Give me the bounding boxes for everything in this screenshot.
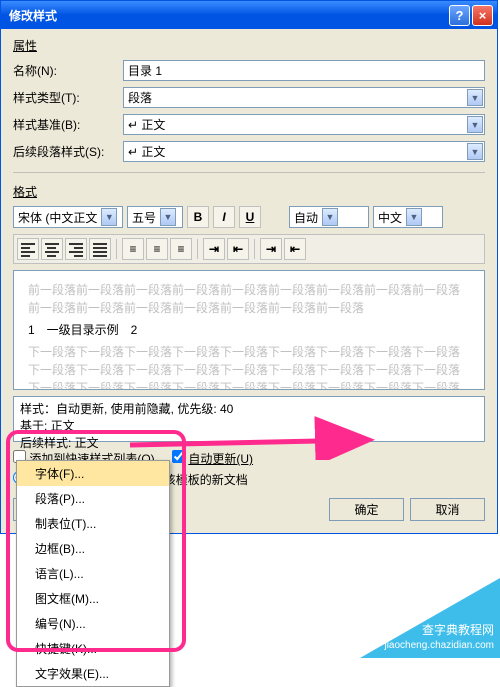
preview-grey-before: 前一段落前一段落前一段落前一段落前一段落前一段落前一段落前一段落前一段落前一段落…: [28, 281, 470, 317]
info-line3: 后续样式: 正文: [20, 435, 478, 452]
indent-inc-button[interactable]: ⇥: [260, 238, 282, 260]
color-combo[interactable]: 自动▼: [289, 206, 369, 228]
info-line1: 样式：自动更新, 使用前隐藏, 优先级: 40: [20, 401, 478, 418]
italic-button[interactable]: I: [213, 206, 235, 228]
menu-tabs[interactable]: 制表位(T)...: [17, 511, 169, 536]
watermark: 查字典教程网 jiaocheng.chazidian.com: [300, 568, 500, 658]
name-input[interactable]: [123, 60, 485, 81]
chevron-down-icon: ▼: [101, 208, 117, 226]
size-combo[interactable]: 五号▼: [127, 206, 183, 228]
chevron-down-icon: ▼: [467, 89, 483, 106]
menu-font[interactable]: 字体(F)...: [17, 461, 169, 486]
indent-dec-button[interactable]: ⇤: [284, 238, 306, 260]
help-button[interactable]: ?: [449, 5, 470, 26]
spacing3-button[interactable]: ≡: [170, 238, 192, 260]
dialog-body: 属性 名称(N): 样式类型(T): 段落▼ 样式基准(B): ↵ 正文▼ 后续…: [1, 29, 497, 533]
dialog-title: 修改样式: [5, 7, 447, 24]
underline-button[interactable]: U: [239, 206, 261, 228]
menu-paragraph[interactable]: 段落(P)...: [17, 486, 169, 511]
modify-style-dialog: 修改样式 ? × 属性 名称(N): 样式类型(T): 段落▼ 样式基准(B):…: [0, 0, 498, 534]
lang-combo[interactable]: 中文▼: [373, 206, 443, 228]
menu-frame[interactable]: 图文框(M)...: [17, 586, 169, 611]
font-combo[interactable]: 宋体 (中文正文▼: [13, 206, 123, 228]
info-line2: 基于: 正文: [20, 418, 478, 435]
cancel-button[interactable]: 取消: [410, 498, 485, 521]
preview-box: 前一段落前一段落前一段落前一段落前一段落前一段落前一段落前一段落前一段落前一段落…: [13, 270, 485, 390]
base-label: 样式基准(B):: [13, 116, 123, 133]
bold-button[interactable]: B: [187, 206, 209, 228]
spacing2-button[interactable]: ≡: [146, 238, 168, 260]
chevron-down-icon: ▼: [322, 208, 338, 226]
ok-button[interactable]: 确定: [329, 498, 404, 521]
style-info-box: 样式：自动更新, 使用前隐藏, 优先级: 40 基于: 正文 后续样式: 正文: [13, 396, 485, 442]
preview-active: 1 一级目录示例 2: [28, 321, 470, 339]
auto-update-checkbox[interactable]: 自动更新(U): [172, 452, 253, 466]
menu-border[interactable]: 边框(B)...: [17, 536, 169, 561]
preview-grey-after: 下一段落下一段落下一段落下一段落下一段落下一段落下一段落下一段落下一段落下一段落…: [28, 343, 470, 390]
titlebar[interactable]: 修改样式 ? ×: [1, 1, 497, 29]
chevron-down-icon: ▼: [160, 208, 176, 226]
chevron-down-icon: ▼: [406, 208, 422, 226]
next-combo[interactable]: ↵ 正文▼: [123, 141, 485, 162]
chevron-down-icon: ▼: [467, 116, 483, 133]
base-combo[interactable]: ↵ 正文▼: [123, 114, 485, 135]
align-right-button[interactable]: [65, 238, 87, 260]
menu-numbering[interactable]: 编号(N)...: [17, 611, 169, 636]
chevron-down-icon: ▼: [467, 143, 483, 160]
menu-language[interactable]: 语言(L)...: [17, 561, 169, 586]
spacing1-button[interactable]: ≡: [122, 238, 144, 260]
para-after-button[interactable]: ⇤: [227, 238, 249, 260]
menu-texteffect[interactable]: 文字效果(E)...: [17, 661, 169, 686]
name-label: 名称(N):: [13, 62, 123, 79]
align-center-button[interactable]: [41, 238, 63, 260]
paragraph-toolbar: ≡ ≡ ≡ ⇥ ⇤ ⇥ ⇤: [13, 234, 485, 264]
type-label: 样式类型(T):: [13, 89, 123, 106]
properties-heading: 属性: [13, 37, 485, 54]
watermark-line1: 查字典教程网: [384, 623, 494, 639]
next-label: 后续段落样式(S):: [13, 143, 123, 160]
format-dropdown-menu: 字体(F)... 段落(P)... 制表位(T)... 边框(B)... 语言(…: [16, 460, 170, 687]
menu-shortcut[interactable]: 快捷键(K)...: [17, 636, 169, 661]
para-before-button[interactable]: ⇥: [203, 238, 225, 260]
align-left-button[interactable]: [17, 238, 39, 260]
format-heading: 格式: [13, 183, 485, 200]
close-button[interactable]: ×: [472, 5, 493, 26]
watermark-line2: jiaocheng.chazidian.com: [384, 639, 494, 652]
type-combo[interactable]: 段落▼: [123, 87, 485, 108]
align-justify-button[interactable]: [89, 238, 111, 260]
